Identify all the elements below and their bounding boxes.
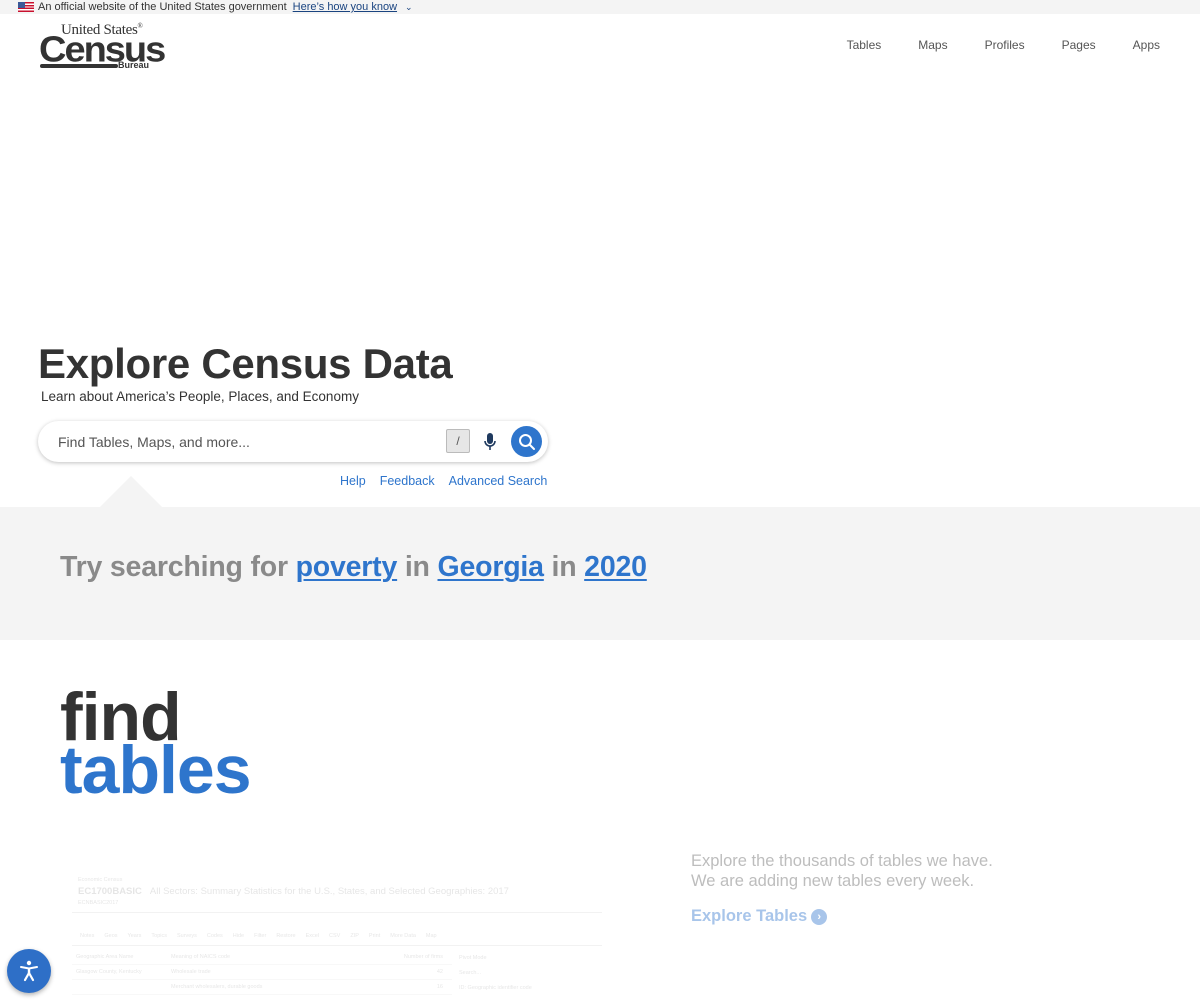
preview-header-row: Geographic Area Name Meaning of NAICS cod… (72, 950, 452, 965)
suggestion-topic-link[interactable]: poverty (296, 551, 398, 583)
preview-side-panel: Pivot Mode Search... ID: Geographic iden… (459, 954, 532, 991)
suggestion-year-link[interactable]: 2020 (584, 551, 647, 583)
table-preview-image: Economic Census EC1700BASIC All Sectors: … (66, 872, 606, 1000)
page-subtitle: Learn about America’s People, Places, an… (41, 389, 359, 404)
preview-kicker: Economic Census (78, 877, 123, 883)
suggestion-in: in (551, 551, 577, 583)
suggestion-prefix: Try searching for (60, 551, 288, 583)
feedback-link[interactable]: Feedback (380, 474, 435, 488)
microphone-icon[interactable] (482, 431, 498, 453)
search-icon (518, 433, 535, 450)
search-bar: / (38, 421, 548, 462)
preview-title: EC1700BASIC All Sectors: Summary Statisti… (78, 886, 509, 897)
search-links: Help Feedback Advanced Search (340, 474, 561, 488)
us-flag-icon (18, 2, 34, 12)
suggestion-text: Try searching for poverty in Georgia in … (60, 551, 647, 584)
gov-banner-text: An official website of the United States… (38, 1, 287, 13)
preview-toolbar: Notes Geos Years Topics Surveys Codes Hide Filt… (72, 912, 602, 946)
tables-heading: tables (60, 732, 252, 808)
chevron-down-icon[interactable]: ⌄ (405, 2, 413, 13)
preview-table: Geographic Area Name Meaning of NAICS cod… (72, 950, 452, 995)
logo-bureau: Bureau (118, 60, 150, 70)
census-logo[interactable]: United States® Census Bureau (39, 22, 166, 72)
main-nav: Tables Maps Profiles Pages Apps (810, 38, 1160, 52)
nav-maps[interactable]: Maps (918, 38, 947, 52)
advanced-search-link[interactable]: Advanced Search (449, 474, 548, 488)
preview-dataset: ECNBASIC2017 (78, 900, 119, 906)
logo-bar (40, 64, 118, 68)
chevron-right-icon: › (811, 908, 828, 925)
search-button[interactable] (511, 426, 542, 457)
explore-tables-label: Explore Tables (691, 907, 808, 925)
preview-row: Merchant wholesalers, durable goods 16 (72, 980, 452, 995)
accessibility-icon (20, 960, 38, 982)
suggestion-place-link[interactable]: Georgia (438, 551, 544, 583)
page-title: Explore Census Data (38, 340, 453, 387)
heres-how-you-know-link[interactable]: Here’s how you know (293, 1, 397, 13)
suggestion-in: in (404, 551, 430, 583)
explore-description: Explore the thousands of tables we have.… (691, 852, 993, 890)
slash-shortcut-key: / (446, 429, 470, 453)
explore-tables-link[interactable]: Explore Tables › (691, 907, 828, 926)
preview-row: Glasgow County, Kentucky Wholesale trade 4… (72, 965, 452, 980)
band-pointer (100, 476, 162, 507)
nav-profiles[interactable]: Profiles (985, 38, 1025, 52)
nav-tables[interactable]: Tables (847, 38, 882, 52)
nav-pages[interactable]: Pages (1062, 38, 1096, 52)
search-input[interactable] (58, 433, 438, 450)
accessibility-button[interactable] (7, 949, 51, 993)
nav-apps[interactable]: Apps (1133, 38, 1160, 52)
help-link[interactable]: Help (340, 474, 366, 488)
gov-banner: An official website of the United States… (0, 0, 1200, 14)
